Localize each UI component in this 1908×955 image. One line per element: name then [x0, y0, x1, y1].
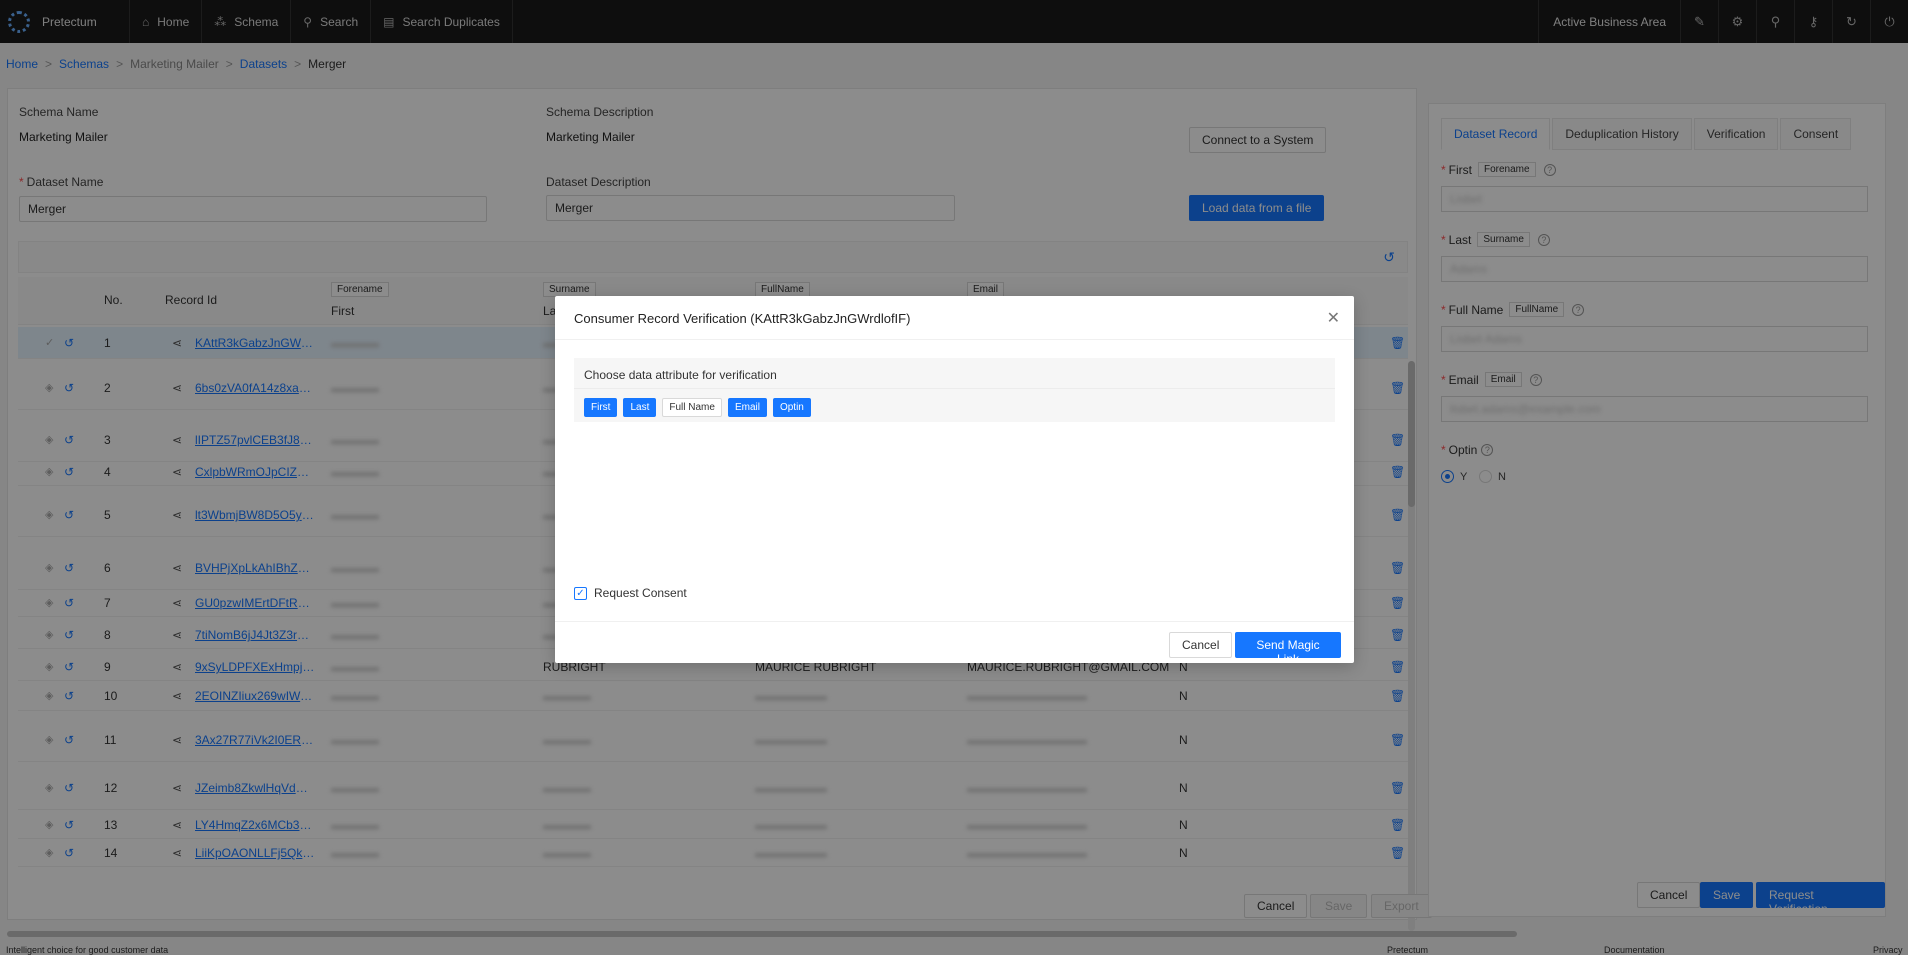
attribute-box-title: Choose data attribute for verification — [584, 368, 777, 382]
modal-title: Consumer Record Verification (KAttR3kGab… — [574, 311, 911, 326]
send-magic-link-button[interactable]: Send Magic Link — [1235, 632, 1341, 666]
checkbox-checked-icon: ✓ — [574, 586, 587, 600]
close-icon[interactable]: ✕ — [1327, 308, 1340, 328]
modal-cancel-button[interactable]: Cancel — [1169, 632, 1233, 658]
request-consent-checkbox[interactable]: ✓ Request Consent — [574, 586, 687, 600]
verification-modal: Consumer Record Verification (KAttR3kGab… — [555, 296, 1354, 666]
request-consent-label: Request Consent — [594, 586, 687, 600]
attr-fullname[interactable]: Full Name — [662, 398, 722, 417]
attr-optin[interactable]: Optin — [772, 398, 811, 417]
attr-last[interactable]: Last — [623, 398, 657, 417]
attr-email[interactable]: Email — [727, 398, 767, 417]
attr-first[interactable]: First — [584, 398, 618, 417]
attribute-box: Choose data attribute for verification F… — [574, 358, 1335, 422]
